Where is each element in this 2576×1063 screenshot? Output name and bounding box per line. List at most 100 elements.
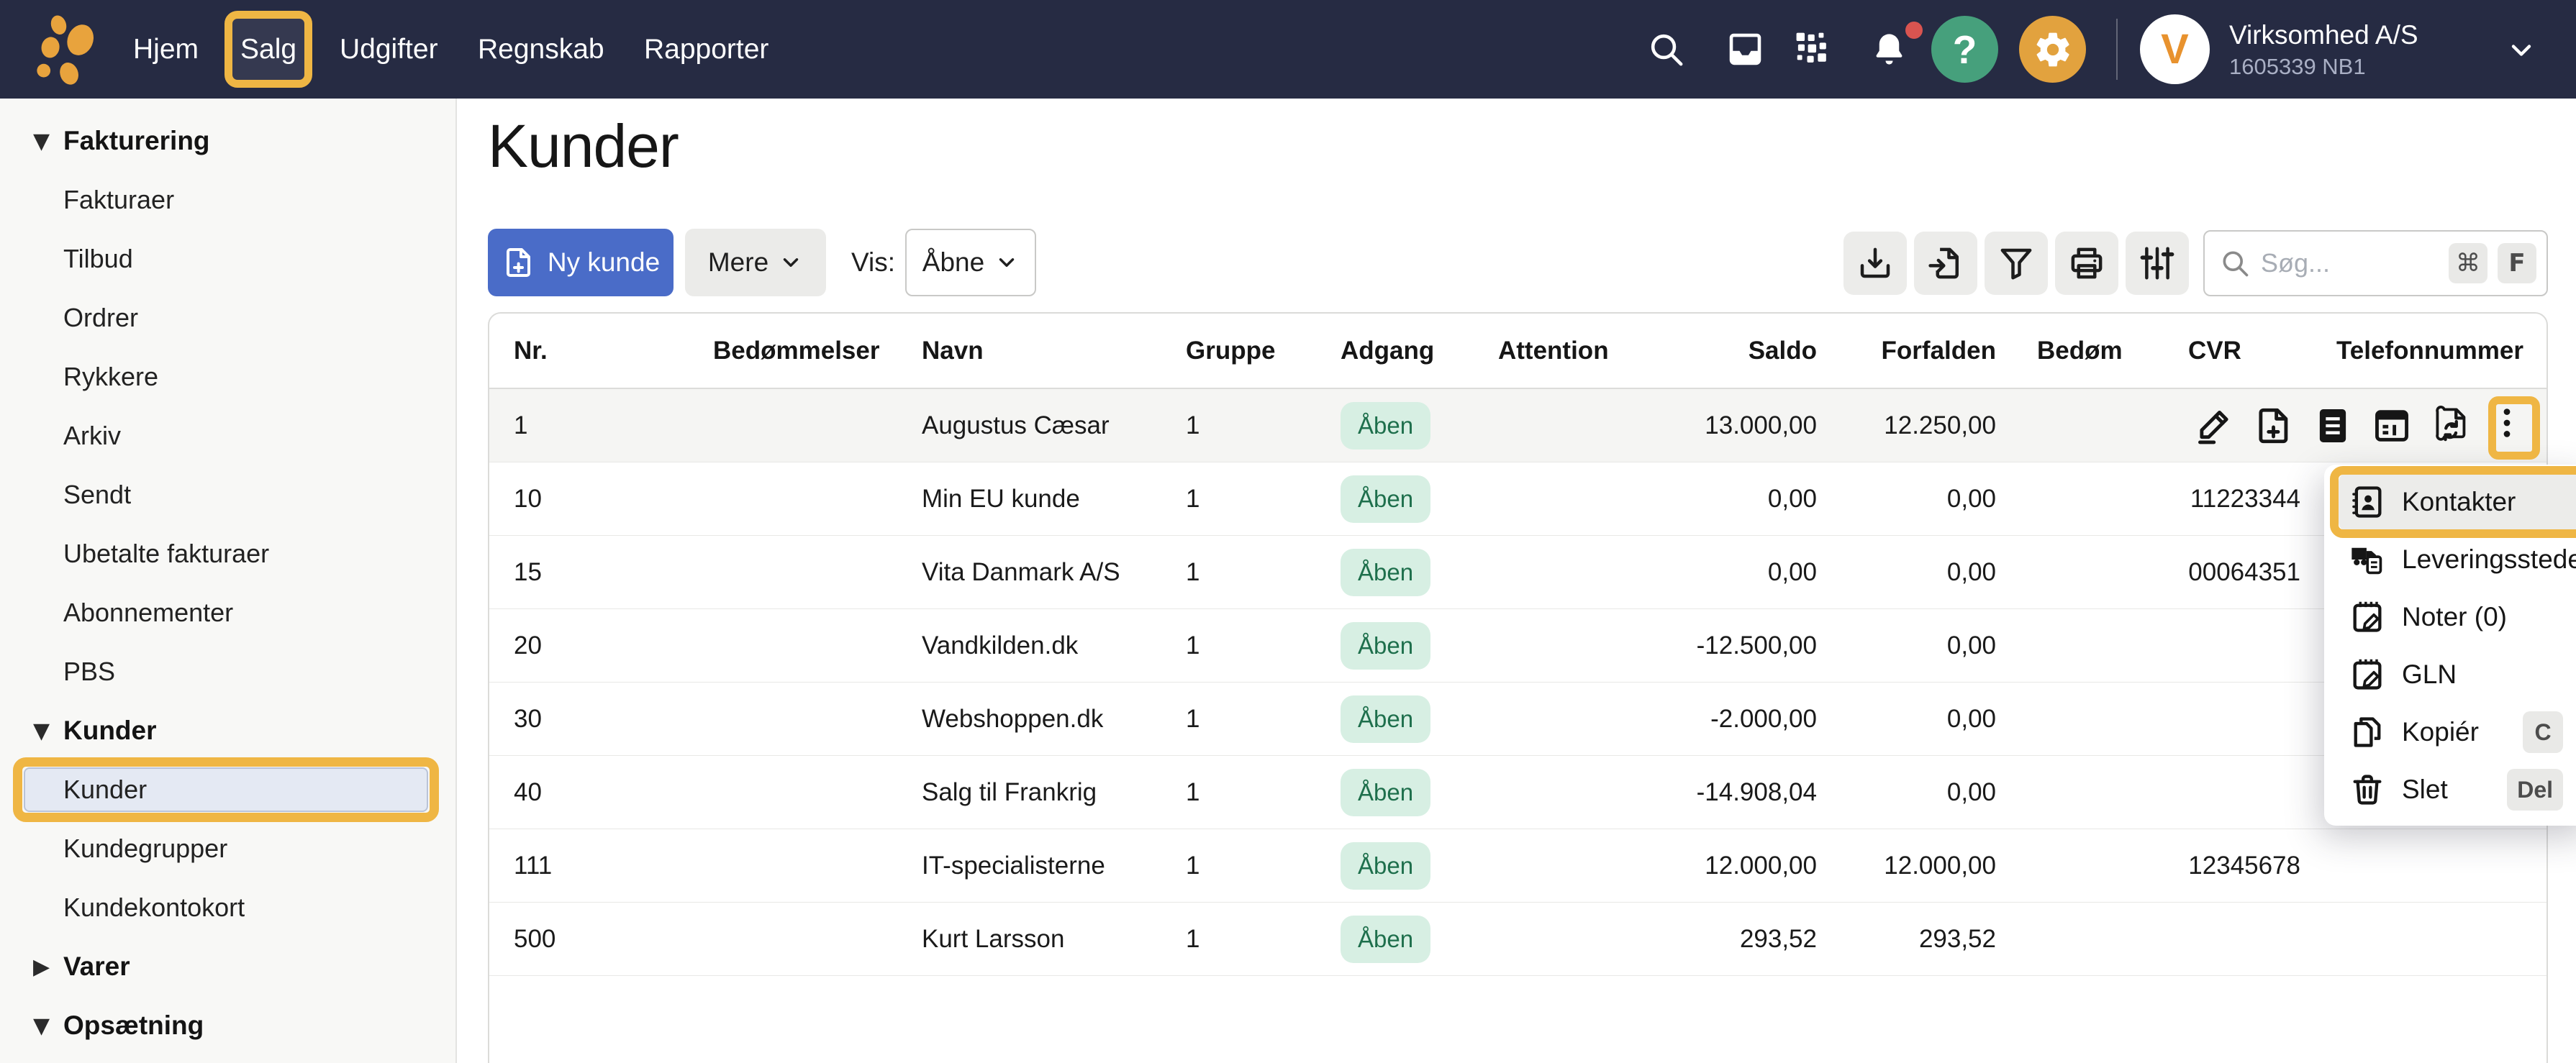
notification-dot <box>1905 22 1923 39</box>
inbox-icon[interactable] <box>1725 29 1765 69</box>
column-header-nr[interactable]: Nr. <box>489 337 713 365</box>
apps-grid-icon[interactable] <box>1793 29 1833 69</box>
page-title: Kunder <box>488 111 679 181</box>
nav-item-salg[interactable]: Salg <box>240 0 296 99</box>
sidebar-item-label: Rykkere <box>63 362 158 392</box>
account-card-icon[interactable] <box>2371 405 2413 447</box>
more-button[interactable]: Mere <box>685 229 826 296</box>
table-row[interactable]: 500 Kurt Larsson 1 Åben 293,52 293,52 <box>489 903 2546 976</box>
row-action-buttons <box>2194 389 2525 462</box>
table-row[interactable]: 15 Vita Danmark A/S 1 Åben 0,00 0,00 000… <box>489 536 2546 609</box>
delivery-truck-icon <box>2349 541 2386 578</box>
column-header-gruppe[interactable]: Gruppe <box>1186 337 1341 365</box>
column-header-attention[interactable]: Attention <box>1498 337 1649 365</box>
new-invoice-icon[interactable] <box>2253 405 2295 447</box>
print-button[interactable] <box>2055 232 2118 295</box>
filter-icon <box>1997 244 2036 283</box>
sidebar-item-label: Kundegrupper <box>63 834 227 864</box>
cell-forfalden: 293,52 <box>1817 925 1996 954</box>
select-value: Åbne <box>922 247 984 278</box>
company-selector[interactable]: Virksomhed A/S 1605339 NB1 <box>2229 18 2418 81</box>
column-header-cvr[interactable]: CVR <box>2153 337 2300 365</box>
column-header-bedom[interactable]: Bedøm <box>1996 337 2153 365</box>
column-header-navn[interactable]: Navn <box>922 337 1186 365</box>
sidebar-item-sendt[interactable]: Sendt <box>0 465 455 524</box>
sidebar-item-pbs[interactable]: PBS <box>0 642 455 701</box>
nav-item-hjem[interactable]: Hjem <box>133 0 199 99</box>
column-header-saldo[interactable]: Saldo <box>1649 337 1817 365</box>
search-icon[interactable] <box>1646 29 1686 69</box>
sidebar-item-kundekontokort[interactable]: Kundekontokort <box>0 878 455 937</box>
cell-navn: Min EU kunde <box>922 485 1186 514</box>
customers-table: Nr. Bedømmelser Navn Gruppe Adgang Atten… <box>488 312 2548 1063</box>
chevron-down-icon[interactable] <box>2505 35 2537 66</box>
e-conomic-logo-icon[interactable] <box>30 12 105 86</box>
sidebar-item-fakturaer[interactable]: Fakturaer <box>0 170 455 229</box>
sidebar-item-ordrer[interactable]: Ordrer <box>0 288 455 347</box>
menu-item-gln[interactable]: GLN <box>2324 646 2576 703</box>
chevron-down-icon <box>994 250 1019 275</box>
view-filter-select[interactable]: Åbne <box>905 229 1036 296</box>
menu-item-kontakter[interactable]: Kontakter <box>2339 473 2576 531</box>
search-input[interactable] <box>2261 248 2439 278</box>
menu-item-label: Noter (0) <box>2402 602 2507 632</box>
cell-gruppe: 1 <box>1186 558 1341 587</box>
column-header-adgang[interactable]: Adgang <box>1341 337 1498 365</box>
column-settings-button[interactable] <box>2126 232 2189 295</box>
status-badge: Åben <box>1341 475 1430 523</box>
gear-icon <box>2033 29 2073 70</box>
table-row[interactable]: 40 Salg til Frankrig 1 Åben -14.908,04 0… <box>489 756 2546 829</box>
cell-forfalden: 0,00 <box>1817 558 1996 587</box>
sidebar-section-varer[interactable]: ▶ Varer <box>0 937 455 996</box>
nav-item-regnskab[interactable]: Regnskab <box>478 0 604 99</box>
table-row[interactable]: 30 Webshoppen.dk 1 Åben -2.000,00 0,00 <box>489 683 2546 756</box>
sidebar-section-opsaetning[interactable]: ▼ Opsætning <box>0 996 455 1055</box>
settings-button[interactable] <box>2019 16 2086 83</box>
cell-gruppe: 1 <box>1186 631 1341 660</box>
column-header-telefonnummer[interactable]: Telefonnummer <box>2300 337 2548 365</box>
column-header-forfalden[interactable]: Forfalden <box>1817 337 1996 365</box>
new-customer-button[interactable]: Ny kunde <box>488 229 674 296</box>
triangle-down-icon: ▼ <box>33 129 62 154</box>
sidebar: ▼ Fakturering Fakturaer Tilbud Ordrer Ry… <box>0 99 457 1063</box>
sliders-icon <box>2138 244 2177 283</box>
search-box[interactable]: ⌘ F <box>2203 230 2548 296</box>
cell-saldo: -12.500,00 <box>1649 631 1817 660</box>
sidebar-item-tilbud[interactable]: Tilbud <box>0 229 455 288</box>
sidebar-item-label: Ubetalte fakturaer <box>63 539 269 569</box>
cell-cvr: 12345678 <box>2153 852 2300 880</box>
table-row[interactable]: 1 Augustus Cæsar 1 Åben 13.000,00 12.250… <box>489 389 2546 462</box>
sidebar-item-ubetalte-fakturaer[interactable]: Ubetalte fakturaer <box>0 524 455 583</box>
table-row[interactable]: 20 Vandkilden.dk 1 Åben -12.500,00 0,00 <box>489 609 2546 683</box>
column-header-bedommelser[interactable]: Bedømmelser <box>713 337 922 365</box>
shortcut-cmd-key: ⌘ <box>2449 243 2487 283</box>
sidebar-item-arkiv[interactable]: Arkiv <box>0 406 455 465</box>
sidebar-item-kundegrupper[interactable]: Kundegrupper <box>0 819 455 878</box>
bell-icon[interactable] <box>1869 29 1909 69</box>
export-button[interactable] <box>1843 232 1907 295</box>
nav-item-udgifter[interactable]: Udgifter <box>340 0 438 99</box>
recurring-invoice-icon[interactable] <box>2430 405 2472 447</box>
filter-button[interactable] <box>1985 232 2048 295</box>
cell-cvr: 00064351 <box>2153 558 2300 587</box>
table-row[interactable]: 111 IT-specialisterne 1 Åben 12.000,00 1… <box>489 829 2546 903</box>
sidebar-section-fakturering[interactable]: ▼ Fakturering <box>0 111 455 170</box>
menu-item-kopier[interactable]: Kopiér C <box>2324 703 2576 761</box>
import-button[interactable] <box>1914 232 1977 295</box>
help-button[interactable]: ? <box>1931 16 1998 83</box>
edit-icon[interactable] <box>2194 405 2236 447</box>
sidebar-item-kunder[interactable]: Kunder <box>0 760 455 819</box>
sidebar-section-kunder[interactable]: ▼ Kunder <box>0 701 455 760</box>
sidebar-item-abonnementer[interactable]: Abonnementer <box>0 583 455 642</box>
status-badge: Åben <box>1341 622 1430 670</box>
statement-icon[interactable] <box>2312 405 2354 447</box>
cell-forfalden: 12.000,00 <box>1817 852 1996 880</box>
menu-item-leveringssteder[interactable]: Leveringssteder <box>2324 531 2576 588</box>
menu-item-noter[interactable]: Noter (0) <box>2324 588 2576 646</box>
avatar[interactable]: V <box>2140 14 2210 84</box>
sidebar-item-rykkere[interactable]: Rykkere <box>0 347 455 406</box>
cell-gruppe: 1 <box>1186 705 1341 734</box>
nav-item-rapporter[interactable]: Rapporter <box>644 0 768 99</box>
menu-item-slet[interactable]: Slet Del <box>2324 761 2576 818</box>
table-row[interactable]: 10 Min EU kunde 1 Åben 0,00 0,00 1122334… <box>489 462 2546 536</box>
